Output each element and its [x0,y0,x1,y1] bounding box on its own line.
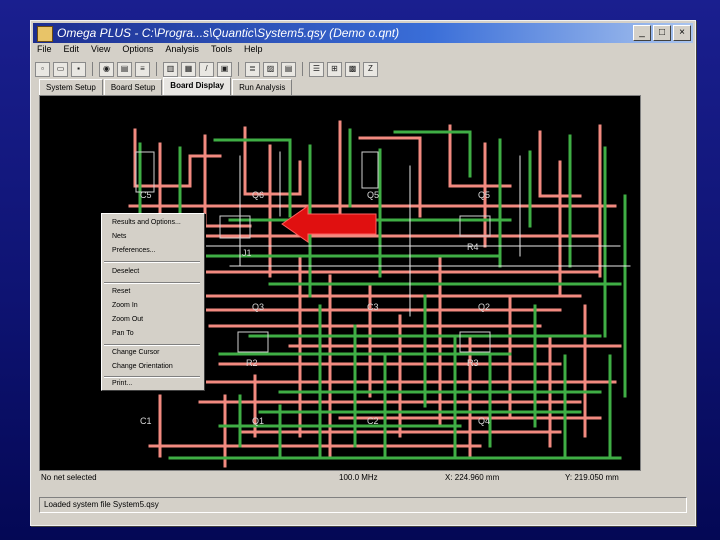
new-file-icon[interactable]: ▫ [35,61,50,77]
y-coordinate-readout: Y: 219.050 mm [565,473,619,482]
tab-strip: System Setup Board Setup Board Display R… [39,77,293,96]
menu-item-zoom-in[interactable]: Zoom In [112,302,138,309]
menu-item-nets[interactable]: Nets [112,233,126,240]
component-label: R2 [246,358,258,368]
application-window: Omega PLUS - C:\Progra...s\Quantic\Syste… [30,20,696,526]
minimize-button[interactable]: _ [633,25,651,41]
component-label: Q6 [252,190,265,200]
net-status-text: No net selected [41,473,97,482]
board-status-bar: No net selected 100.0 MHz X: 224.960 mm … [39,472,687,485]
open-folder-icon[interactable]: ▭ [53,61,68,77]
window-title: Omega PLUS - C:\Progra...s\Quantic\Syste… [57,26,400,40]
menu-help[interactable]: Help [244,44,263,60]
menu-separator [104,282,200,284]
title-bar[interactable]: Omega PLUS - C:\Progra...s\Quantic\Syste… [33,23,693,43]
toolbar: ▫ ▭ ▪ ◉ ▤ ≡ ▥ ▦ / ▣ ≣ ▨ ▤ ☰ ⊞ ▩ Z [35,60,378,78]
toolbar-separator [238,62,239,76]
net-icon[interactable]: ⊞ [327,61,342,77]
component-label: Q5 [478,190,491,200]
menu-item-preferences[interactable]: Preferences... [112,247,156,254]
menu-item-results-and-options[interactable]: Results and Options... [112,219,181,226]
menu-options[interactable]: Options [122,44,153,60]
menu-item-change-orientation[interactable]: Change Orientation [112,363,173,370]
tab-system-setup[interactable]: System Setup [39,79,103,96]
board-icon[interactable]: ▣ [217,61,232,77]
close-button[interactable]: × [673,25,691,41]
status-message: Loaded system file System5.qsy [44,500,159,509]
component-label: C5 [140,190,152,200]
menu-item-change-cursor[interactable]: Change Cursor [112,349,159,356]
print-icon[interactable]: ▤ [117,61,132,77]
toolbar-separator [156,62,157,76]
menu-separator [104,376,200,378]
component-label: Q2 [478,302,491,312]
toolbar-separator [302,62,303,76]
component-label: Q3 [252,302,265,312]
menu-view[interactable]: View [91,44,110,60]
component-label: Q4 [478,416,491,426]
app-icon [37,26,53,42]
table-icon[interactable]: ▦ [181,61,196,77]
menu-bar: File Edit View Options Analysis Tools He… [35,44,262,60]
menu-item-pan-to[interactable]: Pan To [112,330,134,337]
measure-icon[interactable]: ▨ [263,61,278,77]
menu-tools[interactable]: Tools [211,44,232,60]
toolbar-separator [92,62,93,76]
tab-board-display[interactable]: Board Display [163,77,232,96]
report-icon[interactable]: ▤ [281,61,296,77]
component-label: C3 [367,302,379,312]
chart-icon[interactable]: ▥ [163,61,178,77]
menu-item-zoom-out[interactable]: Zoom Out [112,316,143,323]
menu-item-deselect[interactable]: Deselect [112,268,139,275]
menu-item-print[interactable]: Print... [112,380,132,387]
tab-board-setup[interactable]: Board Setup [103,79,163,96]
zoom-icon[interactable]: Z [363,61,378,77]
menu-file[interactable]: File [37,44,52,60]
view-icon[interactable]: ◉ [99,61,114,77]
analysis-icon[interactable]: ≣ [245,61,260,77]
message-status-bar: Loaded system file System5.qsy [39,497,687,513]
menu-separator [104,261,200,263]
layers-icon[interactable]: ☰ [309,61,324,77]
context-menu: Results and Options... Nets Preferences.… [101,213,205,391]
menu-separator [104,344,200,346]
x-coordinate-readout: X: 224.960 mm [445,473,500,482]
component-label: R4 [467,242,479,252]
menu-analysis[interactable]: Analysis [165,44,199,60]
component-label: C1 [140,416,152,426]
frequency-readout: 100.0 MHz [339,473,378,482]
component-label: Q5 [367,190,380,200]
grid-icon[interactable]: ≡ [135,61,150,77]
component-label: J1 [242,248,252,258]
ruler-icon[interactable]: / [199,61,214,77]
tab-run-analysis[interactable]: Run Analysis [232,79,293,96]
component-label: C2 [367,416,379,426]
maximize-button[interactable]: □ [653,25,671,41]
component-icon[interactable]: ▩ [345,61,360,77]
menu-item-reset[interactable]: Reset [112,288,130,295]
menu-edit[interactable]: Edit [64,44,80,60]
component-label: Q1 [252,416,265,426]
component-label: R3 [467,358,479,368]
save-icon[interactable]: ▪ [71,61,86,77]
